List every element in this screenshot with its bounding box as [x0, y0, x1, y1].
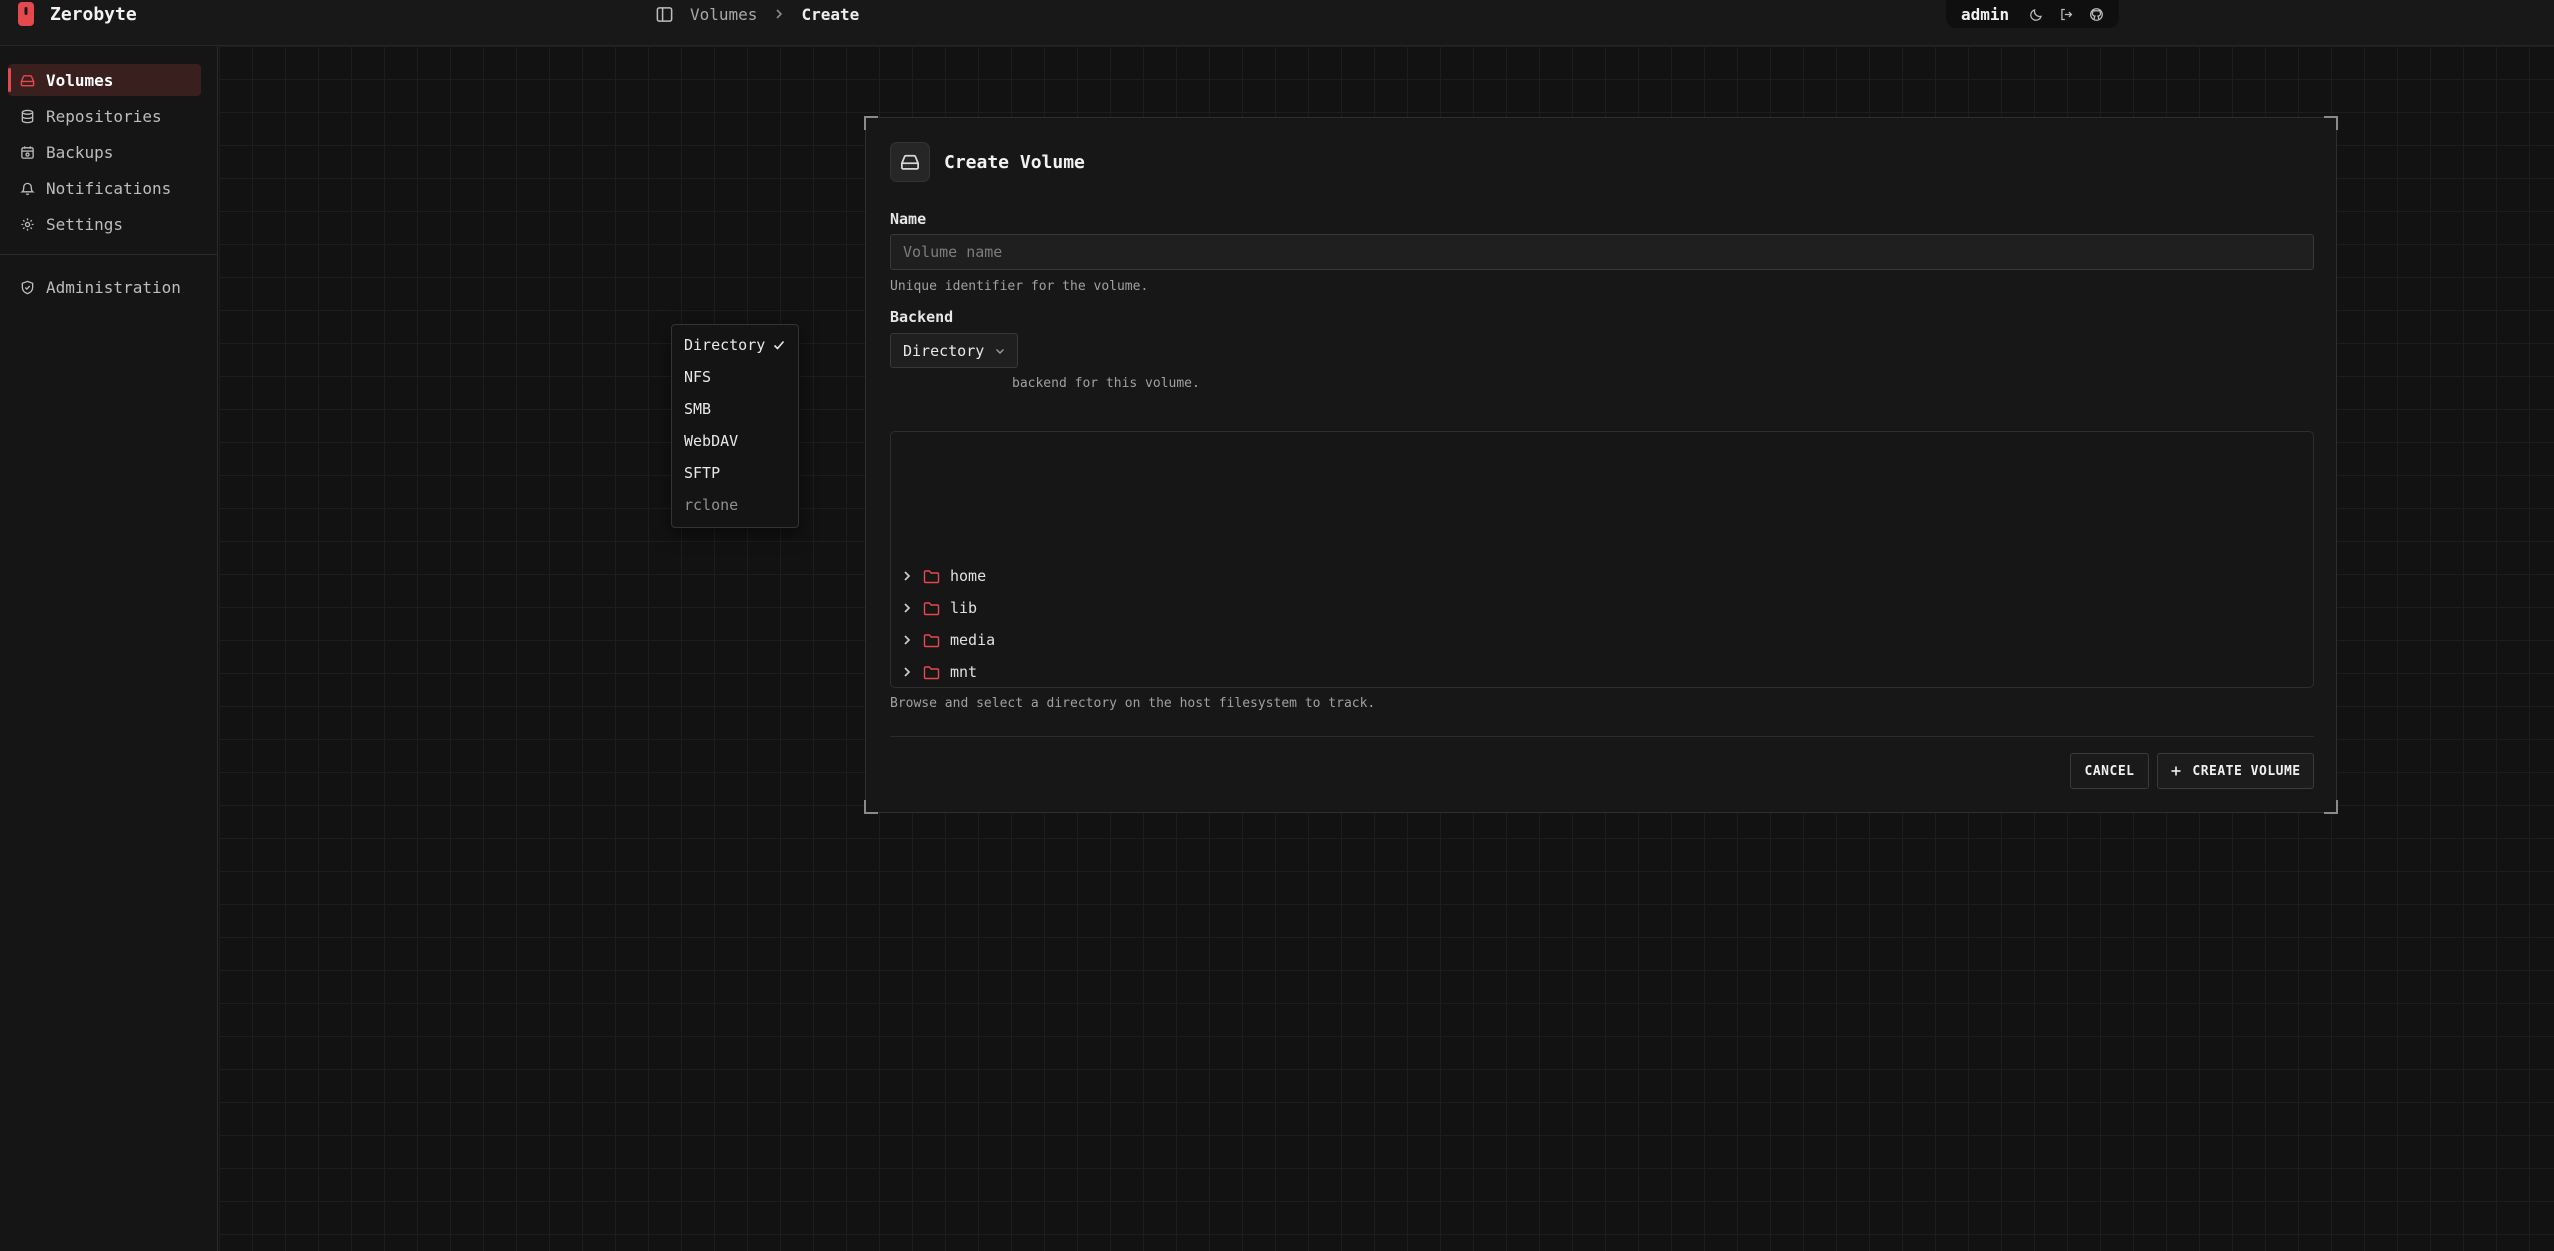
- page-title: Create Volume: [944, 151, 1085, 173]
- plus-icon: [2171, 766, 2181, 776]
- sidebar-item-label: Administration: [46, 277, 181, 297]
- calendar-icon: [21, 145, 34, 159]
- sidebar-item-volumes[interactable]: Volumes: [8, 64, 201, 96]
- backend-option-smb[interactable]: SMB: [672, 393, 798, 425]
- create-volume-card: Create Volume Name Unique identifier for…: [864, 116, 2338, 814]
- top-bar: Zerobyte Volumes Create admin: [0, 0, 2554, 46]
- chevron-down-icon: [996, 348, 1005, 354]
- name-help-text: Unique identifier for the volume.: [890, 279, 1149, 294]
- folder-icon: [923, 601, 940, 615]
- backend-select[interactable]: Directory: [890, 333, 1018, 368]
- volume-name-input[interactable]: [890, 234, 2314, 270]
- sidebar: Volumes Repositories Backups Notificatio…: [0, 46, 218, 1251]
- card-corner: [864, 116, 878, 130]
- sidebar-divider: [0, 254, 218, 255]
- backend-selected-value: Directory: [903, 341, 985, 360]
- chevron-right-icon[interactable]: [901, 666, 913, 678]
- cancel-button-label: CANCEL: [2084, 763, 2135, 779]
- logout-icon[interactable]: [2059, 6, 2074, 23]
- check-icon: [773, 340, 785, 350]
- bell-icon: [20, 182, 35, 195]
- sidebar-item-label: Backups: [46, 142, 114, 162]
- option-label: SMB: [684, 400, 712, 418]
- main-content: Create Volume Name Unique identifier for…: [219, 46, 2554, 1251]
- card-corner: [2324, 800, 2338, 814]
- footer-divider: [890, 736, 2314, 737]
- sidebar-item-backups[interactable]: Backups: [8, 136, 201, 168]
- hard-drive-icon: [901, 154, 919, 170]
- option-label: NFS: [684, 368, 712, 386]
- sidebar-item-label: Settings: [46, 214, 124, 234]
- breadcrumb-volumes[interactable]: Volumes: [690, 5, 757, 24]
- backend-option-webdav[interactable]: WebDAV: [672, 425, 798, 457]
- app-name: Zerobyte: [50, 3, 137, 25]
- hard-drive-icon: [20, 74, 35, 86]
- sidebar-item-repositories[interactable]: Repositories: [8, 100, 201, 132]
- sidebar-item-label: Repositories: [46, 106, 162, 126]
- moon-icon[interactable]: [2029, 6, 2044, 23]
- option-label: WebDAV: [684, 432, 739, 450]
- card-header-icon-box: [890, 142, 930, 182]
- folder-icon: [923, 665, 940, 679]
- directory-name: media: [950, 631, 996, 649]
- sidebar-item-administration[interactable]: Administration: [8, 271, 201, 303]
- directory-row[interactable]: lib: [901, 595, 977, 621]
- sidebar-toggle-icon[interactable]: [655, 5, 674, 24]
- option-label: Directory: [684, 336, 766, 354]
- breadcrumb-create: Create: [801, 4, 860, 24]
- backend-option-nfs[interactable]: NFS: [672, 361, 798, 393]
- cancel-button[interactable]: CANCEL: [2070, 753, 2149, 789]
- user-controls: admin: [1946, 0, 2119, 28]
- chevron-right-icon[interactable]: [901, 634, 913, 646]
- directory-row[interactable]: mnt: [901, 659, 977, 685]
- backend-option-directory[interactable]: Directory: [672, 329, 798, 361]
- directory-browser: home lib media mnt: [890, 431, 2314, 688]
- directory-help-text: Browse and select a directory on the hos…: [890, 696, 1376, 711]
- zerobyte-logo-icon: [18, 2, 34, 26]
- folder-icon: [923, 633, 940, 647]
- chevron-right-icon[interactable]: [901, 570, 913, 582]
- folder-icon: [923, 569, 940, 583]
- card-header: Create Volume: [890, 142, 1085, 182]
- chevron-right-icon[interactable]: [901, 602, 913, 614]
- directory-row[interactable]: media: [901, 627, 995, 653]
- sidebar-item-label: Volumes: [46, 70, 114, 90]
- directory-name: mnt: [950, 663, 978, 681]
- create-volume-button[interactable]: CREATE VOLUME: [2157, 753, 2314, 789]
- directory-row[interactable]: home: [901, 563, 986, 589]
- gear-icon: [21, 217, 34, 231]
- sidebar-item-label: Notifications: [46, 178, 172, 198]
- database-icon: [21, 109, 34, 123]
- option-label: SFTP: [684, 464, 721, 482]
- username: admin: [1961, 4, 2010, 24]
- name-label: Name: [890, 210, 927, 228]
- backend-dropdown-menu: Directory NFS SMB WebDAV SFTP rclone: [671, 324, 799, 528]
- breadcrumb: Volumes Create: [655, 0, 859, 28]
- sidebar-item-notifications[interactable]: Notifications: [8, 172, 201, 204]
- backend-label: Backend: [890, 308, 954, 326]
- create-volume-button-label: CREATE VOLUME: [2192, 763, 2301, 779]
- card-corner: [864, 800, 878, 814]
- brand[interactable]: Zerobyte: [16, 0, 137, 28]
- card-corner: [2324, 116, 2338, 130]
- github-icon[interactable]: [2089, 6, 2104, 23]
- backend-option-sftp[interactable]: SFTP: [672, 457, 798, 489]
- backend-help-text: backend for this volume.: [1012, 376, 1200, 391]
- shield-icon: [21, 280, 34, 294]
- directory-name: home: [950, 567, 987, 585]
- option-label: rclone: [684, 496, 739, 514]
- sidebar-item-settings[interactable]: Settings: [8, 208, 201, 240]
- directory-name: lib: [950, 599, 978, 617]
- backend-option-rclone: rclone: [672, 489, 798, 521]
- chevron-right-icon: [776, 9, 783, 19]
